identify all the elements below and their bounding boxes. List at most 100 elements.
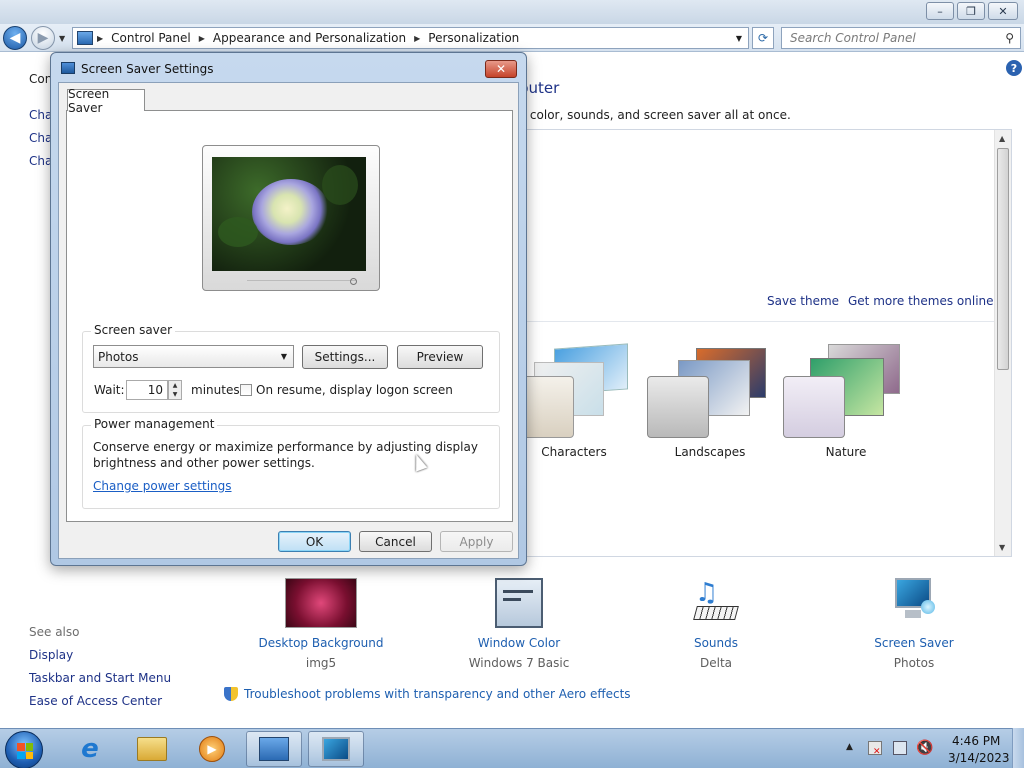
folder-icon bbox=[137, 737, 167, 761]
address-field[interactable]: ▶ Control Panel ▶ Appearance and Persona… bbox=[72, 27, 749, 49]
control-panel-home-link[interactable]: Con bbox=[29, 72, 52, 86]
dialog-title: Screen Saver Settings bbox=[81, 62, 214, 76]
left-task-link-2[interactable]: Cha bbox=[29, 131, 52, 145]
theme-tile-nature[interactable] bbox=[776, 340, 916, 438]
close-button[interactable]: ✕ bbox=[988, 2, 1018, 20]
chevron-down-icon: ▼ bbox=[280, 352, 287, 361]
address-bar: ◀ ▶ ▼ ▶ Control Panel ▶ Appearance and P… bbox=[0, 24, 1024, 52]
minutes-label: minutes bbox=[191, 383, 240, 397]
see-also-ease-of-access-link[interactable]: Ease of Access Center bbox=[29, 694, 162, 708]
screen-saver-select[interactable]: Photos ▼ bbox=[93, 345, 294, 368]
search-input[interactable]: Search Control Panel ⚲ bbox=[781, 27, 1021, 49]
dialog-close-button[interactable]: ✕ bbox=[485, 60, 517, 78]
tab-panel: Screen saver Photos ▼ Settings... Previe… bbox=[66, 110, 513, 522]
theme-list-scrollbar[interactable]: ▲ ▼ bbox=[994, 130, 1011, 556]
desktop-background-icon bbox=[285, 578, 357, 628]
power-management-group: Power management Conserve energy or maxi… bbox=[82, 417, 500, 509]
change-power-settings-link[interactable]: Change power settings bbox=[93, 479, 232, 493]
theme-label-landscapes: Landscapes bbox=[674, 445, 746, 459]
clock-time[interactable]: 4:46 PM bbox=[952, 734, 1000, 748]
taskbar-control-panel[interactable] bbox=[246, 731, 302, 767]
get-more-themes-link[interactable]: Get more themes online bbox=[848, 294, 994, 308]
media-player-icon: ▶ bbox=[199, 736, 225, 762]
desktop-background-value: img5 bbox=[305, 656, 337, 670]
ok-button[interactable]: OK bbox=[278, 531, 351, 552]
see-also-display-link[interactable]: Display bbox=[29, 648, 73, 662]
sounds-icon: ♫ bbox=[691, 578, 741, 628]
network-icon[interactable] bbox=[893, 741, 907, 755]
left-task-link-1[interactable]: Cha bbox=[29, 108, 52, 122]
cancel-button[interactable]: Cancel bbox=[359, 531, 432, 552]
wait-label: Wait: bbox=[94, 383, 125, 397]
screen-saver-group-title: Screen saver bbox=[91, 323, 176, 337]
monitor-base bbox=[247, 280, 357, 290]
desktop-background-item[interactable]: Desktop Background img5 bbox=[241, 578, 401, 670]
wait-minutes-stepper[interactable]: ▲ ▼ bbox=[168, 380, 182, 400]
taskbar-file-explorer[interactable] bbox=[124, 731, 180, 767]
show-hidden-icons-icon[interactable]: ▲ bbox=[846, 742, 853, 752]
stepper-up-icon[interactable]: ▲ bbox=[169, 381, 181, 390]
clock-date[interactable]: 3/14/2023 bbox=[948, 751, 1010, 765]
back-button[interactable]: ◀ bbox=[3, 26, 27, 50]
breadcrumb-separator-icon: ▶ bbox=[198, 33, 205, 43]
shield-icon bbox=[224, 687, 238, 701]
forward-button[interactable]: ▶ bbox=[31, 26, 55, 50]
theme-window-preview bbox=[520, 376, 574, 438]
monitor-power-icon bbox=[350, 278, 357, 285]
window-color-item[interactable]: Window Color Windows 7 Basic bbox=[439, 578, 599, 670]
troubleshoot-aero-link[interactable]: Troubleshoot problems with transparency … bbox=[224, 687, 631, 701]
breadcrumb-control-panel[interactable]: Control Panel bbox=[111, 31, 191, 45]
address-dropdown-icon[interactable]: ▼ bbox=[736, 34, 742, 43]
breadcrumb-appearance[interactable]: Appearance and Personalization bbox=[213, 31, 406, 45]
preview-monitor bbox=[202, 145, 380, 291]
sounds-link[interactable]: Sounds bbox=[636, 636, 796, 650]
search-placeholder: Search Control Panel bbox=[790, 31, 916, 45]
minimize-button[interactable]: – bbox=[926, 2, 954, 20]
recent-pages-dropdown-icon[interactable]: ▼ bbox=[59, 34, 65, 43]
apply-button[interactable]: Apply bbox=[440, 531, 513, 552]
screen-saver-icon bbox=[322, 737, 350, 761]
power-description-line2: brightness and other power settings. bbox=[93, 456, 315, 470]
stepper-down-icon[interactable]: ▼ bbox=[169, 390, 181, 399]
save-theme-link[interactable]: Save theme bbox=[767, 294, 839, 308]
resume-logon-label[interactable]: On resume, display logon screen bbox=[256, 383, 453, 397]
theme-window-preview bbox=[647, 376, 709, 438]
screen-saver-icon bbox=[891, 578, 937, 628]
see-also-taskbar-link[interactable]: Taskbar and Start Menu bbox=[29, 671, 171, 685]
start-button[interactable] bbox=[5, 731, 43, 768]
taskbar-media-player[interactable]: ▶ bbox=[184, 731, 240, 767]
desktop-background-link[interactable]: Desktop Background bbox=[241, 636, 401, 650]
show-desktop-button[interactable] bbox=[1012, 728, 1024, 768]
internet-explorer-icon: e bbox=[81, 734, 99, 764]
screen-saver-link[interactable]: Screen Saver bbox=[834, 636, 994, 650]
left-task-link-3[interactable]: Cha bbox=[29, 154, 52, 168]
tab-screen-saver[interactable]: Screen Saver bbox=[67, 87, 145, 115]
theme-tile-landscapes[interactable] bbox=[640, 340, 780, 438]
resume-logon-checkbox[interactable] bbox=[240, 384, 252, 396]
preview-button[interactable]: Preview bbox=[397, 345, 483, 369]
screen-saver-preview-image bbox=[212, 157, 366, 271]
window-titlebar: – ❐ ✕ bbox=[0, 0, 1024, 24]
scrollbar-thumb[interactable] bbox=[997, 148, 1009, 370]
maximize-button[interactable]: ❐ bbox=[957, 2, 985, 20]
refresh-button[interactable]: ⟳ bbox=[752, 27, 774, 49]
breadcrumb-separator-icon: ▶ bbox=[97, 33, 104, 43]
window-color-link[interactable]: Window Color bbox=[439, 636, 599, 650]
sounds-item[interactable]: ♫ Sounds Delta bbox=[636, 578, 796, 670]
sounds-value: Delta bbox=[699, 656, 732, 670]
taskbar: e ▶ ▲ ✕ 🔇 bbox=[0, 728, 1024, 768]
screen-saver-item[interactable]: Screen Saver Photos bbox=[834, 578, 994, 670]
scroll-down-icon[interactable]: ▼ bbox=[999, 543, 1005, 552]
taskbar-internet-explorer[interactable]: e bbox=[62, 731, 118, 767]
wait-minutes-input[interactable]: 10 bbox=[126, 380, 168, 400]
theme-divider bbox=[519, 321, 994, 322]
taskbar-screen-saver-settings[interactable] bbox=[308, 731, 364, 767]
help-icon[interactable]: ? bbox=[1006, 60, 1022, 76]
volume-muted-icon[interactable]: 🔇 bbox=[916, 740, 933, 756]
breadcrumb-personalization[interactable]: Personalization bbox=[428, 31, 519, 45]
settings-button[interactable]: Settings... bbox=[302, 345, 388, 369]
troubleshoot-text[interactable]: Troubleshoot problems with transparency … bbox=[244, 687, 631, 701]
scroll-up-icon[interactable]: ▲ bbox=[999, 134, 1005, 143]
search-icon[interactable]: ⚲ bbox=[1005, 31, 1014, 45]
control-panel-icon bbox=[259, 737, 289, 761]
